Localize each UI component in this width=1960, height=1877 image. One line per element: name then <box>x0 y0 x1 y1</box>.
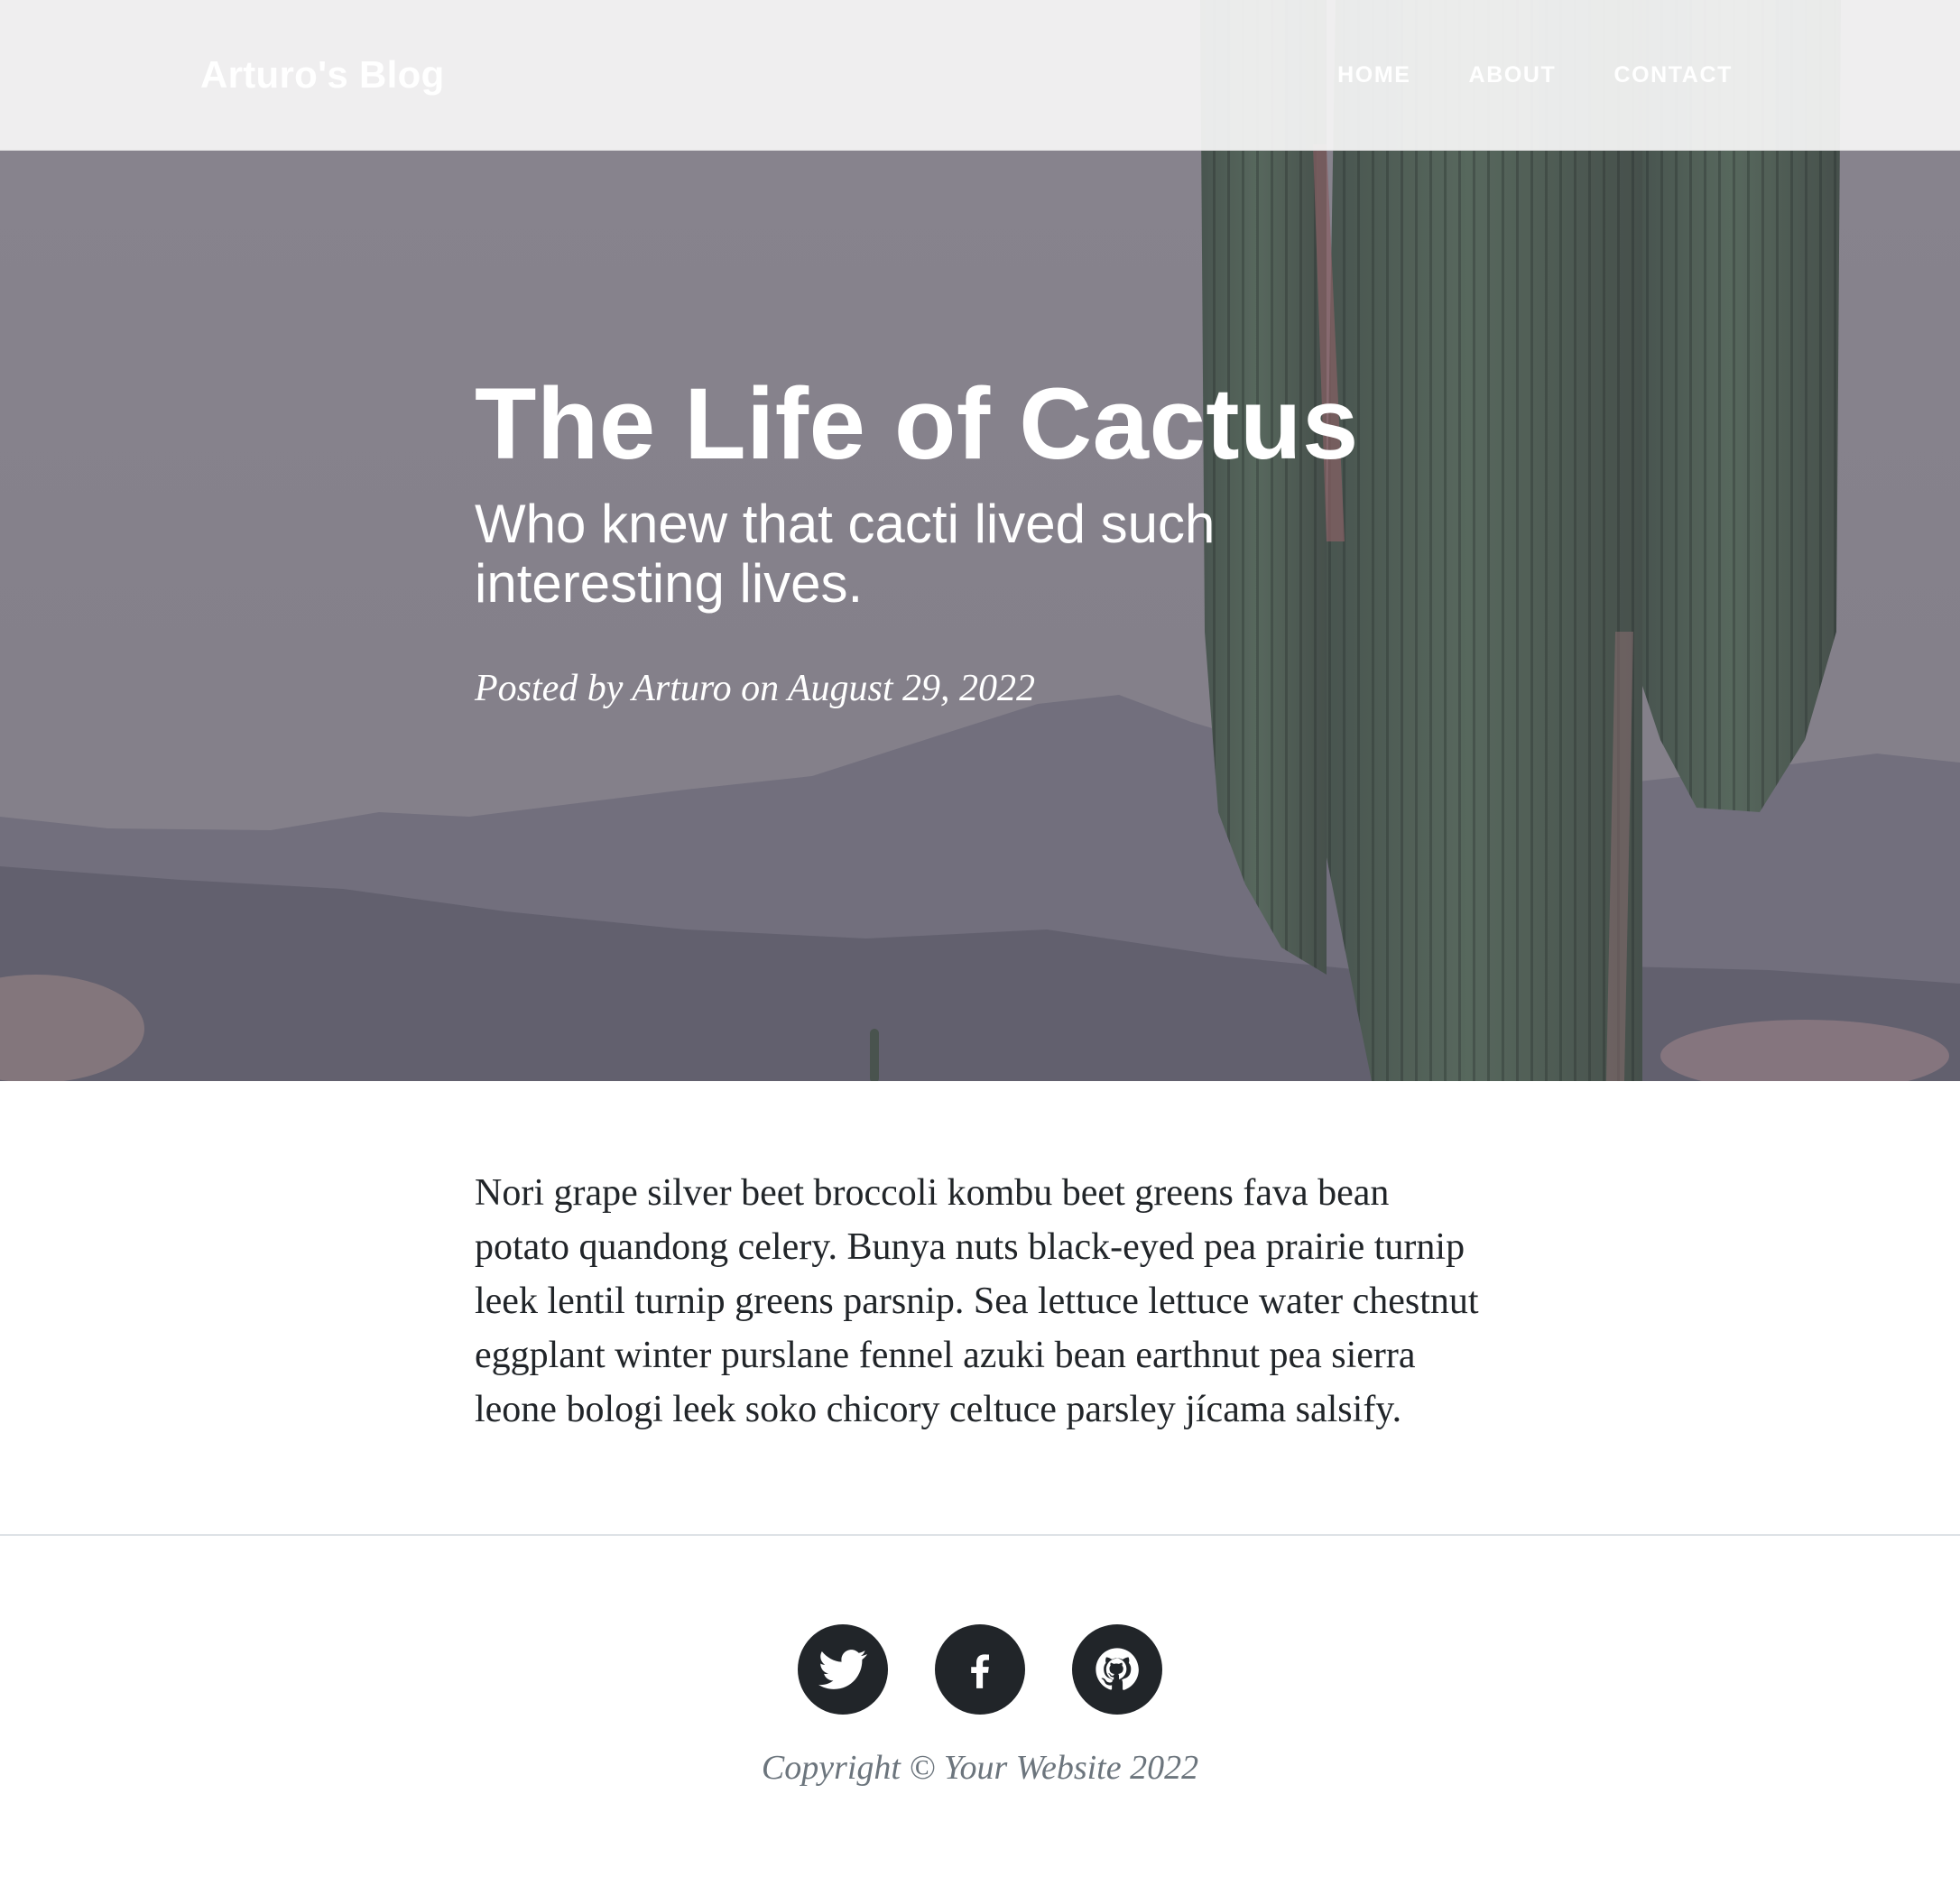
nav-link-contact[interactable]: Contact <box>1613 61 1733 88</box>
post-heading: The Life of Cactus Who knew that cacti l… <box>475 361 1485 711</box>
nav-link-about[interactable]: About <box>1469 61 1557 88</box>
navbar: Arturo's Blog Home About Contact <box>0 0 1960 151</box>
facebook-link[interactable] <box>935 1624 1025 1715</box>
copyright-text: Copyright © Your Website 2022 <box>761 1749 1199 1787</box>
github-link[interactable] <box>1072 1624 1162 1715</box>
post-body: Nori grape silver beet broccoli kombu be… <box>475 1166 1485 1437</box>
nav-links: Home About Contact <box>1337 61 1733 88</box>
twitter-icon <box>818 1650 867 1689</box>
post-meta: Posted by Arturo on August 29, 2022 <box>475 668 1036 709</box>
facebook-icon <box>971 1654 989 1688</box>
post-paragraph: Nori grape silver beet broccoli kombu be… <box>475 1172 1479 1430</box>
twitter-link[interactable] <box>798 1624 888 1715</box>
post-header: Arturo's Blog Home About Contact The Lif… <box>0 0 1960 1081</box>
brand-link[interactable]: Arturo's Blog <box>200 52 445 97</box>
github-icon <box>1096 1648 1139 1690</box>
nav-link-home[interactable]: Home <box>1337 61 1410 88</box>
footer-divider <box>0 1534 1960 1536</box>
social-links <box>798 1624 1162 1715</box>
post-subtitle: Who knew that cacti lived such interesti… <box>475 494 1216 614</box>
post-title: The Life of Cactus <box>475 367 1359 480</box>
